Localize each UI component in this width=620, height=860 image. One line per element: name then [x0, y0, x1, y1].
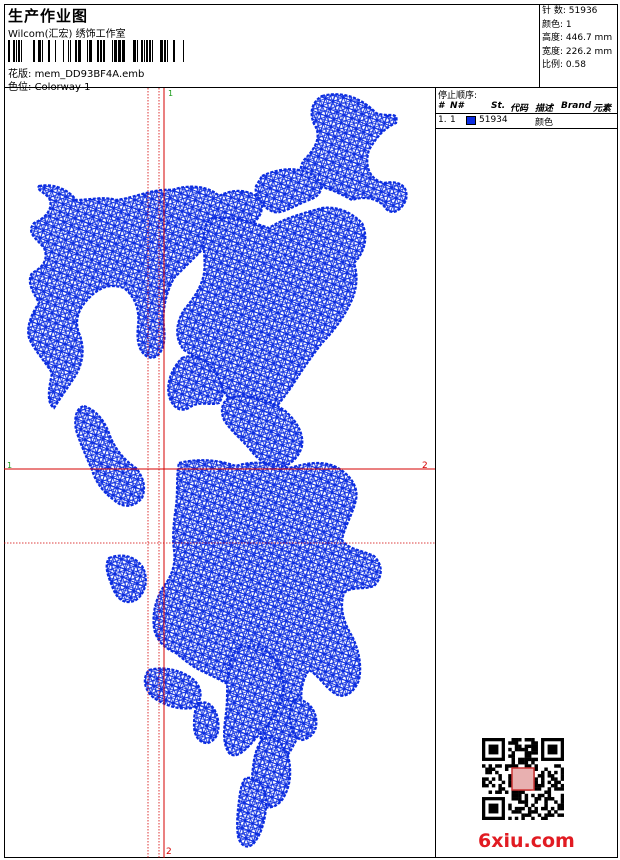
stat-stitches: 针 数: 51936 [542, 6, 598, 16]
design-stats: 针 数: 51936 颜色: 1 高度: 446.7 mm 宽度: 226.2 … [540, 4, 618, 88]
embroidery-fill [27, 93, 408, 848]
stat-height: 高度: 446.7 mm [542, 33, 613, 43]
stat-scale: 比例: 0.58 [542, 60, 586, 70]
row-description: 颜色 [535, 118, 554, 128]
embroidery-region-texture [144, 668, 201, 709]
row-index: 1. [438, 115, 447, 125]
col-needle: N# [450, 101, 464, 111]
stop-sequence-row[interactable]: 1. 1 51934 颜色 [436, 114, 618, 128]
stat-width: 宽度: 226.2 mm [542, 46, 613, 57]
qr-code-image [482, 738, 564, 820]
guide-label-v-top: 1 [168, 89, 173, 98]
header: 生产作业图 Wilcom(汇宏) 绣饰工作室 花版: mem_DD93BF4A.… [4, 4, 540, 93]
barcode-image [8, 40, 184, 62]
embroidery-region-texture [237, 777, 266, 847]
color-swatch [466, 116, 476, 125]
site-logo: 6xiu.com [478, 830, 575, 852]
embroidery-region-texture [194, 702, 219, 744]
guide-label-v-bottom: 2 [166, 847, 172, 857]
embroidery-design: 1 2 1 2 [4, 88, 435, 858]
guide-label-h-right: 2 [422, 461, 428, 471]
row-stitches: 51934 [479, 115, 508, 125]
embroidery-canvas[interactable]: 1 2 1 2 [4, 88, 436, 858]
col-element: 元素 [593, 104, 612, 114]
col-description: 描述 [535, 104, 554, 114]
row-needle: 1 [450, 115, 456, 125]
guide-label-h-left: 1 [7, 461, 12, 470]
company-name: Wilcom(汇宏) 绣饰工作室 [8, 29, 126, 40]
col-code: 代码 [510, 104, 529, 114]
stop-sequence-panel: 停止顺序: # N# St. 代码 描述 Brand 元素 1. 1 51934… [436, 88, 618, 858]
page-title: 生产作业图 [8, 7, 89, 25]
stat-colors: 颜色: 1 [542, 19, 572, 30]
col-index: # [438, 101, 445, 111]
embroidery-region-texture [221, 396, 303, 468]
panel-divider [436, 128, 618, 129]
col-stitches: St. [491, 101, 506, 111]
stop-sequence-header: # N# St. 代码 描述 Brand 元素 [436, 100, 618, 114]
embroidery-region-texture [255, 169, 322, 213]
col-brand: Brand [561, 101, 592, 111]
